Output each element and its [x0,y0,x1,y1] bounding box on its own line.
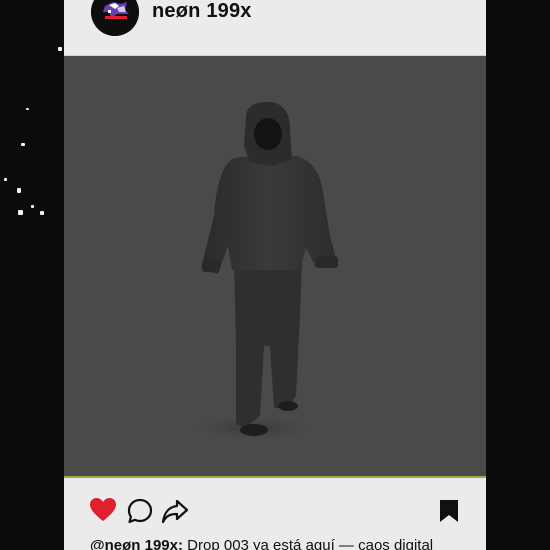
post-actions [64,478,486,538]
comment-icon[interactable] [127,498,153,524]
background-speck [18,210,23,215]
hooded-figure-illustration [184,102,338,442]
bookmark-icon[interactable] [439,499,459,523]
background-speck [21,143,25,146]
share-icon[interactable] [161,498,189,524]
caption-handle[interactable]: @neøn 199x: [90,537,183,550]
background-speck [31,205,34,208]
heart-icon[interactable] [90,498,116,522]
avatar[interactable] [91,0,139,36]
post-caption: @neøn 199x: Drop 003 ya está aquí — caos… [90,537,433,550]
background-speck [40,211,44,215]
post-card: neøn 199x @neøn 199x: Drop 003 ya está a… [64,0,486,550]
post-photo [64,56,486,476]
background-speck [17,188,21,193]
caption-text: Drop 003 ya está aquí — caos digital [183,537,434,550]
post-header: neøn 199x [64,0,486,56]
background-speck [4,178,7,181]
background-speck [26,108,29,110]
background-speck [58,47,62,51]
post-username[interactable]: neøn 199x [152,0,252,23]
neon-logo-icon [91,0,139,36]
